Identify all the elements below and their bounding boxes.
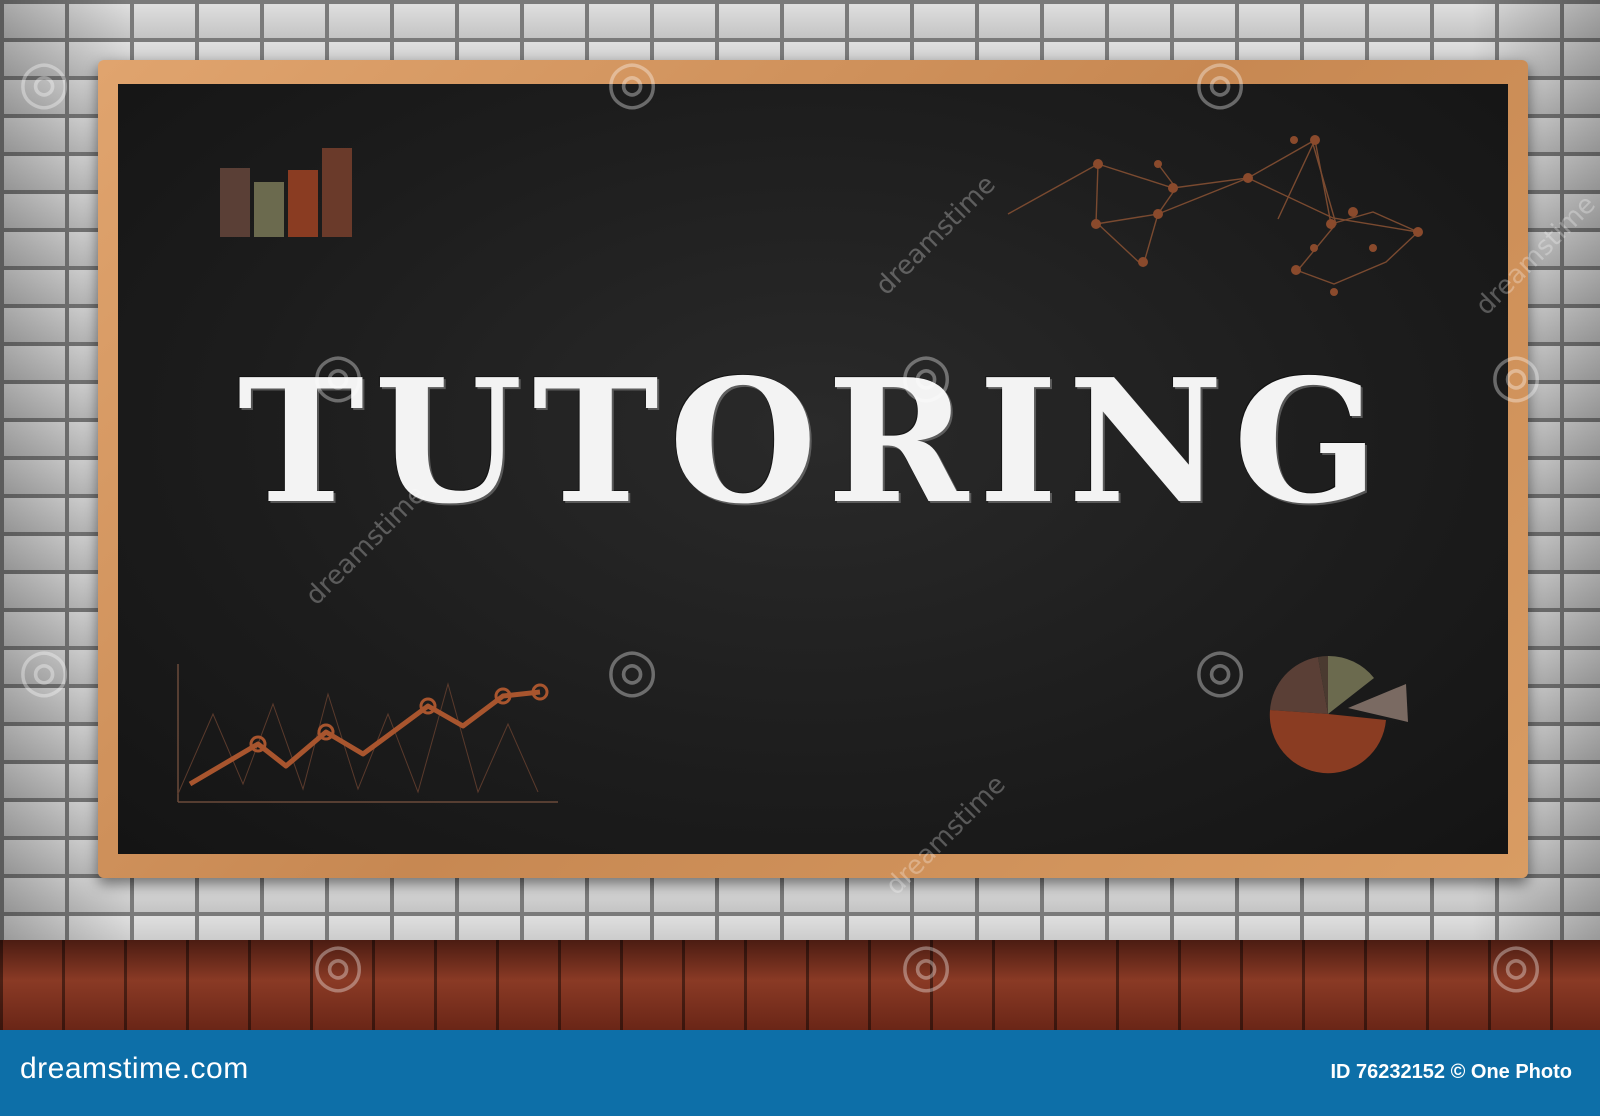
watermark-swirl-icon: ◎ xyxy=(312,930,365,1000)
footer-site-logo[interactable]: dreamstime.com xyxy=(20,1052,249,1086)
watermark-swirl-icon: ◎ xyxy=(1490,930,1543,1000)
pie-chart-doodle xyxy=(1269,655,1408,774)
footer-bar: dreamstime.com ID 76232152 © One Photo xyxy=(0,1030,1600,1116)
watermark-swirl-icon: ◎ xyxy=(900,340,953,410)
watermark-swirl-icon: ◎ xyxy=(312,340,365,410)
wooden-floor xyxy=(0,940,1600,1030)
watermark-swirl-icon: ◎ xyxy=(1490,340,1543,410)
watermark-swirl-icon: ◎ xyxy=(606,635,659,705)
bar-chart-doodle xyxy=(220,148,352,237)
watermark-swirl-icon: ◎ xyxy=(18,635,71,705)
watermark-swirl-icon: ◎ xyxy=(1194,47,1247,117)
line-chart-doodle xyxy=(177,664,558,803)
watermark-swirl-icon: ◎ xyxy=(18,47,71,117)
watermark-swirl-icon: ◎ xyxy=(606,47,659,117)
watermark-swirl-icon: ◎ xyxy=(900,930,953,1000)
watermark-swirl-icon: ◎ xyxy=(1194,635,1247,705)
network-nodes xyxy=(1091,135,1423,296)
chalkboard-frame: TUTORING xyxy=(98,60,1528,878)
photo-scene: TUTORING ◎ ◎ ◎ ◎ ◎ ◎ ◎ ◎ ◎ ◎ ◎ ◎ dreamst… xyxy=(0,0,1600,1030)
chalkboard: TUTORING xyxy=(118,84,1508,854)
footer-image-credit: ID 76232152 © One Photo xyxy=(1330,1061,1573,1083)
